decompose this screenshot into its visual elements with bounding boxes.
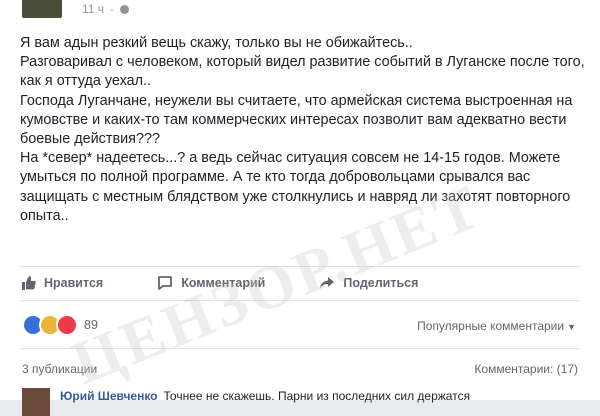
share-label: Поделиться xyxy=(343,276,419,290)
author-avatar[interactable] xyxy=(22,0,62,18)
like-button[interactable]: Нравится xyxy=(20,275,103,291)
thumbs-up-icon xyxy=(22,276,36,290)
share-icon xyxy=(320,277,335,289)
comments-count[interactable]: Комментарии: (17) xyxy=(474,362,578,376)
comment-body: Юрий Шевченко Точнее не скажешь. Парни из… xyxy=(60,388,470,404)
reactions-summary[interactable]: 89 xyxy=(22,314,98,336)
comment-avatar[interactable] xyxy=(22,388,50,416)
caret-down-icon: ▼ xyxy=(567,322,576,332)
comment-button[interactable]: Комментарий xyxy=(157,275,265,291)
sort-comments-dropdown[interactable]: Популярные комментарии ▼ xyxy=(417,319,576,333)
post-time[interactable]: 11 ч xyxy=(82,2,104,16)
comment-icon xyxy=(158,276,173,290)
comment-label: Комментарий xyxy=(181,276,266,290)
publications-count[interactable]: 3 публикации xyxy=(22,362,97,376)
like-label: Нравится xyxy=(44,276,104,290)
post-meta: 11 ч · xyxy=(82,2,130,16)
divider xyxy=(20,300,580,301)
reaction-count: 89 xyxy=(84,318,98,332)
post-actions: Нравится Комментарий Поделиться xyxy=(20,268,580,298)
divider xyxy=(20,266,580,267)
comment-author[interactable]: Юрий Шевченко xyxy=(60,389,158,403)
globe-icon xyxy=(120,4,130,14)
love-reaction-icon xyxy=(56,314,78,336)
post-text: Я вам адын резкий вещь скажу, только вы … xyxy=(20,35,585,224)
comment-text: Точнее не скажешь. Парни из последних си… xyxy=(163,389,471,403)
divider xyxy=(20,348,580,349)
comment: Юрий Шевченко Точнее не скажешь. Парни из… xyxy=(22,388,582,416)
share-button[interactable]: Поделиться xyxy=(319,275,418,291)
post-card: 11 ч · Я вам адын резкий вещь скажу, тол… xyxy=(0,0,600,416)
sort-label: Популярные комментарии xyxy=(417,319,565,333)
